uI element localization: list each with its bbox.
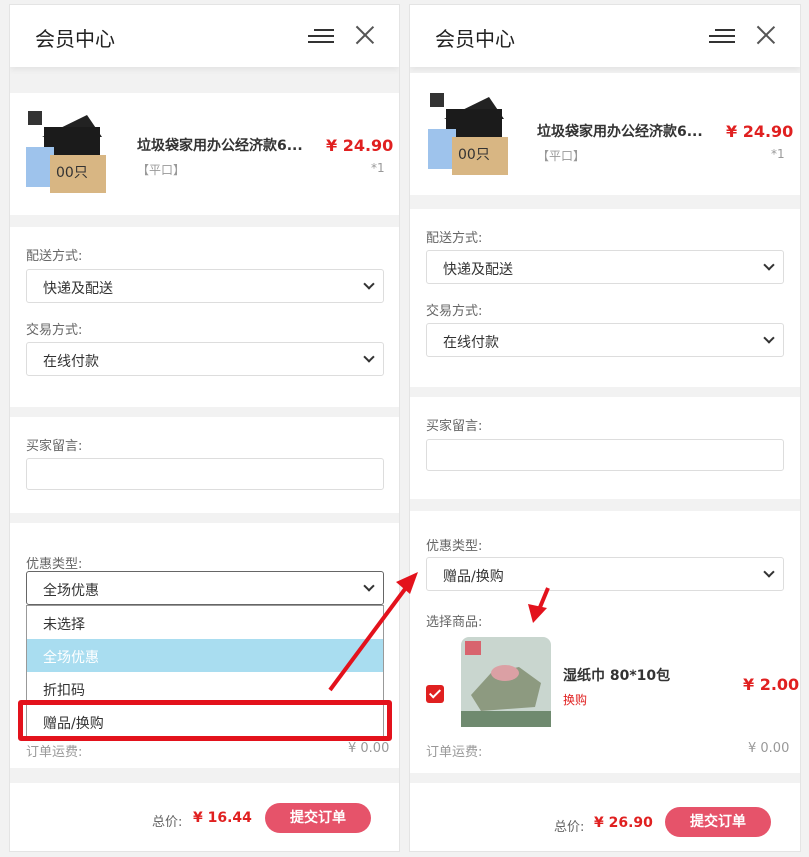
- discount-value: 赠品/换购: [443, 569, 504, 585]
- discount-option-selected[interactable]: 全场优惠: [27, 639, 383, 672]
- message-label: 买家留言:: [26, 439, 83, 454]
- page-title: 会员中心: [435, 27, 515, 51]
- chevron-down-icon: [363, 580, 375, 592]
- payment-value: 在线付款: [43, 354, 99, 370]
- product-spec: 【平口】: [137, 163, 186, 177]
- menu-icon[interactable]: [709, 27, 735, 45]
- product-card: 00只 垃圾袋家用办公经济款6... 【平口】 ¥ 24.90 *1: [10, 93, 399, 215]
- product-image: 00只: [424, 89, 514, 179]
- discount-label: 优惠类型:: [426, 539, 483, 554]
- right-panel: 会员中心 00只 垃圾袋家用办公经济款6... 【平口】 ¥ 24.90 *1 …: [409, 4, 801, 852]
- payment-label: 交易方式:: [26, 323, 83, 338]
- message-card: 买家留言:: [10, 417, 399, 513]
- chevron-down-icon: [763, 259, 775, 271]
- gift-price: ¥ 2.00: [743, 675, 800, 694]
- total-label: 总价:: [152, 815, 183, 830]
- discount-card: 优惠类型: 赠品/换购 选择商品: 湿纸巾 80*10包 换购 ¥ 2.00 订…: [410, 511, 800, 773]
- shipping-label: 订单运费:: [26, 745, 83, 760]
- message-card: 买家留言:: [410, 397, 800, 499]
- delivery-label: 配送方式:: [426, 231, 483, 246]
- discount-option[interactable]: 未选择: [27, 606, 383, 639]
- gift-tag: 换购: [563, 693, 588, 707]
- gift-name: 湿纸巾 80*10包: [563, 668, 671, 684]
- product-image: 00只: [22, 107, 112, 197]
- page-title: 会员中心: [35, 27, 115, 51]
- product-name: 垃圾袋家用办公经济款6...: [537, 124, 703, 140]
- delivery-value: 快递及配送: [443, 262, 513, 278]
- shipping-value: ¥ 0.00: [348, 741, 390, 756]
- discount-value: 全场优惠: [43, 583, 99, 599]
- shipping-card: 配送方式: 快递及配送 交易方式: 在线付款: [410, 209, 800, 387]
- header: 会员中心: [10, 5, 399, 67]
- message-input[interactable]: [26, 458, 384, 490]
- payment-label: 交易方式:: [426, 304, 483, 319]
- submit-order-button[interactable]: 提交订单: [665, 807, 771, 837]
- close-icon[interactable]: [756, 25, 776, 45]
- header: 会员中心: [410, 5, 800, 67]
- product-card: 00只 垃圾袋家用办公经济款6... 【平口】 ¥ 24.90 *1: [410, 73, 800, 195]
- message-label: 买家留言:: [426, 419, 483, 434]
- gift-label: 选择商品:: [426, 615, 483, 630]
- product-price: ¥ 24.90: [326, 136, 394, 155]
- svg-text:00只: 00只: [458, 147, 490, 163]
- payment-value: 在线付款: [443, 335, 499, 351]
- gift-checkbox[interactable]: [426, 685, 444, 703]
- product-quantity: *1: [371, 161, 385, 175]
- product-price: ¥ 24.90: [726, 122, 794, 141]
- delivery-value: 快递及配送: [43, 281, 113, 297]
- shipping-label: 订单运费:: [426, 745, 483, 760]
- discount-select[interactable]: 赠品/换购: [426, 557, 784, 591]
- shipping-card: 配送方式: 快递及配送 交易方式: 在线付款: [10, 227, 399, 407]
- delivery-label: 配送方式:: [26, 249, 83, 264]
- footer-bar: 总价: ¥ 26.90 提交订单: [410, 783, 800, 851]
- gift-image: [461, 637, 551, 727]
- chevron-down-icon: [363, 351, 375, 363]
- total-label: 总价:: [554, 820, 585, 835]
- product-name: 垃圾袋家用办公经济款6...: [137, 138, 303, 154]
- delivery-select[interactable]: 快递及配送: [426, 250, 784, 284]
- chevron-down-icon: [363, 278, 375, 290]
- close-icon[interactable]: [355, 25, 375, 45]
- message-input[interactable]: [426, 439, 784, 471]
- menu-icon[interactable]: [308, 27, 334, 45]
- left-panel: 会员中心 00只 垃圾袋家用办公经济款6... 【平口】 ¥ 24.90 *1 …: [9, 4, 400, 852]
- chevron-down-icon: [763, 332, 775, 344]
- total-price: ¥ 26.90: [594, 815, 653, 831]
- svg-text:00只: 00只: [56, 165, 88, 181]
- payment-select[interactable]: 在线付款: [26, 342, 384, 376]
- chevron-down-icon: [763, 566, 775, 578]
- delivery-select[interactable]: 快递及配送: [26, 269, 384, 303]
- highlight-box: [18, 700, 392, 741]
- discount-select[interactable]: 全场优惠: [26, 571, 384, 605]
- payment-select[interactable]: 在线付款: [426, 323, 784, 357]
- discount-label: 优惠类型:: [26, 557, 83, 572]
- submit-order-button[interactable]: 提交订单: [265, 803, 371, 833]
- total-price: ¥ 16.44: [193, 810, 252, 826]
- footer-bar: 总价: ¥ 16.44 提交订单: [10, 783, 399, 851]
- shipping-value: ¥ 0.00: [748, 741, 790, 756]
- product-spec: 【平口】: [537, 149, 586, 163]
- product-quantity: *1: [771, 147, 785, 161]
